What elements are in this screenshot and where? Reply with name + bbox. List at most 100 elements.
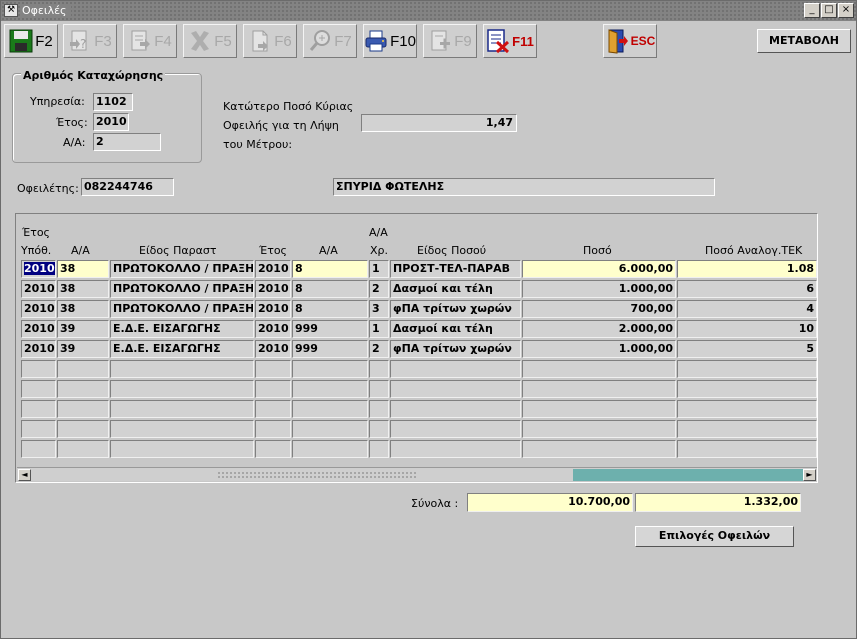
table-cell[interactable]: 4 — [677, 300, 817, 318]
table-cell[interactable]: ΠΡΩΤΟΚΟΛΛΟ / ΠΡΑΞΗ — [110, 300, 254, 318]
table-cell[interactable]: 1 — [369, 320, 389, 338]
table-cell[interactable] — [57, 360, 109, 378]
table-cell[interactable] — [369, 440, 389, 458]
table-cell[interactable] — [292, 420, 368, 438]
table-cell[interactable]: 2.000,00 — [522, 320, 676, 338]
table-cell[interactable] — [369, 360, 389, 378]
table-cell[interactable] — [57, 440, 109, 458]
total-amount-field[interactable]: 10.700,00 — [467, 493, 633, 512]
scroll-track[interactable] — [217, 471, 417, 479]
table-cell[interactable] — [390, 360, 521, 378]
new-button[interactable]: F6 — [243, 24, 297, 58]
table-cell[interactable]: 2010 — [21, 340, 56, 358]
table-cell[interactable]: 38 — [57, 260, 109, 278]
table-cell[interactable] — [677, 360, 817, 378]
table-cell[interactable] — [369, 420, 389, 438]
table-cell[interactable]: Δασμοί και τέλη — [390, 280, 521, 298]
table-cell[interactable]: 8 — [292, 260, 368, 278]
total-tek-field[interactable]: 1.332,00 — [635, 493, 801, 512]
table-cell[interactable] — [255, 380, 291, 398]
table-cell[interactable] — [292, 440, 368, 458]
table-cell[interactable] — [522, 420, 676, 438]
table-cell[interactable] — [292, 360, 368, 378]
threshold-field[interactable]: 1,47 — [361, 114, 517, 132]
table-cell[interactable] — [292, 380, 368, 398]
maximize-button[interactable]: □ — [821, 3, 837, 18]
table-cell[interactable]: 999 — [292, 340, 368, 358]
delete-button[interactable]: F5 — [183, 24, 237, 58]
table-cell[interactable] — [369, 400, 389, 418]
table-cell[interactable] — [369, 380, 389, 398]
table-cell[interactable]: Δασμοί και τέλη — [390, 320, 521, 338]
table-cell[interactable] — [255, 400, 291, 418]
table-cell[interactable]: 2010 — [255, 340, 291, 358]
minimize-button[interactable]: _ — [804, 3, 820, 18]
table-cell[interactable] — [21, 420, 56, 438]
table-cell[interactable] — [677, 420, 817, 438]
table-cell[interactable] — [57, 420, 109, 438]
table-cell[interactable] — [255, 360, 291, 378]
table-cell[interactable] — [390, 440, 521, 458]
debtor-afm-field[interactable]: 082244746 — [81, 178, 174, 196]
aa-field[interactable]: 2 — [93, 133, 161, 151]
table-cell[interactable]: 2010 — [21, 260, 56, 278]
table-cell[interactable] — [21, 440, 56, 458]
table-cell[interactable]: Ε.Δ.Ε. ΕΙΣΑΓΩΓΗΣ — [110, 320, 254, 338]
table-cell[interactable] — [110, 400, 254, 418]
table-cell[interactable]: φΠΑ τρίτων χωρών — [390, 340, 521, 358]
save-button[interactable]: F2 — [4, 24, 58, 58]
table-cell[interactable] — [390, 420, 521, 438]
exit-button[interactable]: ESC — [603, 24, 657, 58]
table-cell[interactable] — [677, 380, 817, 398]
table-cell[interactable]: 1.000,00 — [522, 340, 676, 358]
table-cell[interactable]: 38 — [57, 300, 109, 318]
table-cell[interactable]: ΠΡΟΣΤ-ΤΕΛ-ΠΑΡΑΒ — [390, 260, 521, 278]
table-cell[interactable] — [677, 440, 817, 458]
scroll-left-icon[interactable]: ◄ — [18, 469, 31, 481]
grid-horizontal-scrollbar[interactable]: ◄ ► — [17, 467, 817, 481]
cancel-doc-button[interactable]: F11 — [483, 24, 537, 58]
metavoli-button[interactable]: ΜΕΤΑΒΟΛΗ — [757, 29, 851, 53]
table-cell[interactable] — [255, 440, 291, 458]
table-cell[interactable]: 2010 — [255, 300, 291, 318]
table-cell[interactable]: 8 — [292, 280, 368, 298]
table-cell[interactable]: 6 — [677, 280, 817, 298]
table-cell[interactable] — [522, 360, 676, 378]
table-cell[interactable]: 6.000,00 — [522, 260, 676, 278]
table-cell[interactable]: 2010 — [21, 320, 56, 338]
table-cell[interactable] — [21, 380, 56, 398]
table-cell[interactable] — [522, 380, 676, 398]
table-cell[interactable]: 2010 — [21, 280, 56, 298]
debtor-name-field[interactable]: ΣΠΥΡΙΔ ΦΩΤΕΛΗΣ — [333, 178, 715, 196]
year-field[interactable]: 2010 — [93, 113, 129, 131]
table-cell[interactable]: 8 — [292, 300, 368, 318]
table-cell[interactable] — [677, 400, 817, 418]
scroll-thumb[interactable] — [573, 469, 803, 481]
table-cell[interactable] — [522, 440, 676, 458]
table-cell[interactable]: 2010 — [255, 280, 291, 298]
table-cell[interactable] — [390, 380, 521, 398]
table-cell[interactable]: 2010 — [255, 260, 291, 278]
close-button[interactable]: × — [838, 3, 854, 18]
table-cell[interactable] — [21, 360, 56, 378]
table-cell[interactable] — [255, 420, 291, 438]
table-cell[interactable] — [21, 400, 56, 418]
table-cell[interactable]: 39 — [57, 320, 109, 338]
add-button[interactable]: F9 — [423, 24, 477, 58]
table-cell[interactable]: 1.08 — [677, 260, 817, 278]
search-button[interactable]: F7 — [303, 24, 357, 58]
execute-button[interactable]: F4 — [123, 24, 177, 58]
table-cell[interactable] — [522, 400, 676, 418]
table-cell[interactable] — [390, 400, 521, 418]
table-cell[interactable]: ΠΡΩΤΟΚΟΛΛΟ / ΠΡΑΞΗ — [110, 260, 254, 278]
table-cell[interactable] — [110, 360, 254, 378]
table-cell[interactable] — [110, 380, 254, 398]
table-cell[interactable]: 10 — [677, 320, 817, 338]
service-field[interactable]: 1102 — [93, 93, 133, 111]
table-cell[interactable]: ΠΡΩΤΟΚΟΛΛΟ / ΠΡΑΞΗ — [110, 280, 254, 298]
table-cell[interactable]: 999 — [292, 320, 368, 338]
table-cell[interactable]: 2 — [369, 340, 389, 358]
table-cell[interactable]: 3 — [369, 300, 389, 318]
table-cell[interactable]: 1.000,00 — [522, 280, 676, 298]
debt-options-button[interactable]: Επιλογές Οφειλών — [635, 526, 794, 547]
